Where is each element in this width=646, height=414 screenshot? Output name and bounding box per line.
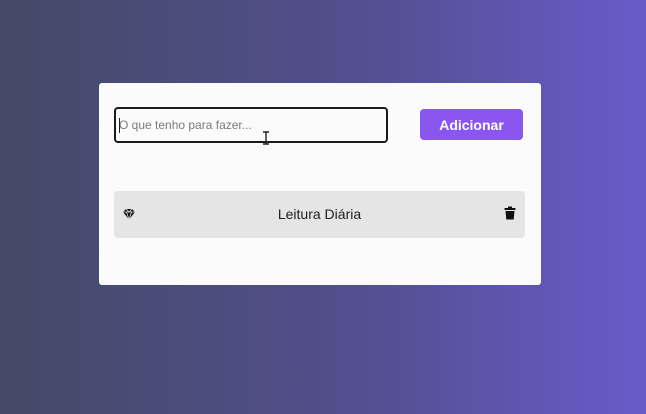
todo-input[interactable] (114, 107, 388, 143)
add-button[interactable]: Adicionar (420, 109, 523, 140)
ibeam-cursor-icon (263, 131, 269, 145)
todo-card: Adicionar Leitura Diária (99, 83, 541, 285)
todo-item-label: Leitura Diária (277, 206, 362, 222)
text-caret (119, 118, 120, 133)
trash-icon[interactable] (503, 206, 517, 220)
todo-item: Leitura Diária (114, 191, 525, 238)
todo-list: Leitura Diária (114, 191, 525, 238)
